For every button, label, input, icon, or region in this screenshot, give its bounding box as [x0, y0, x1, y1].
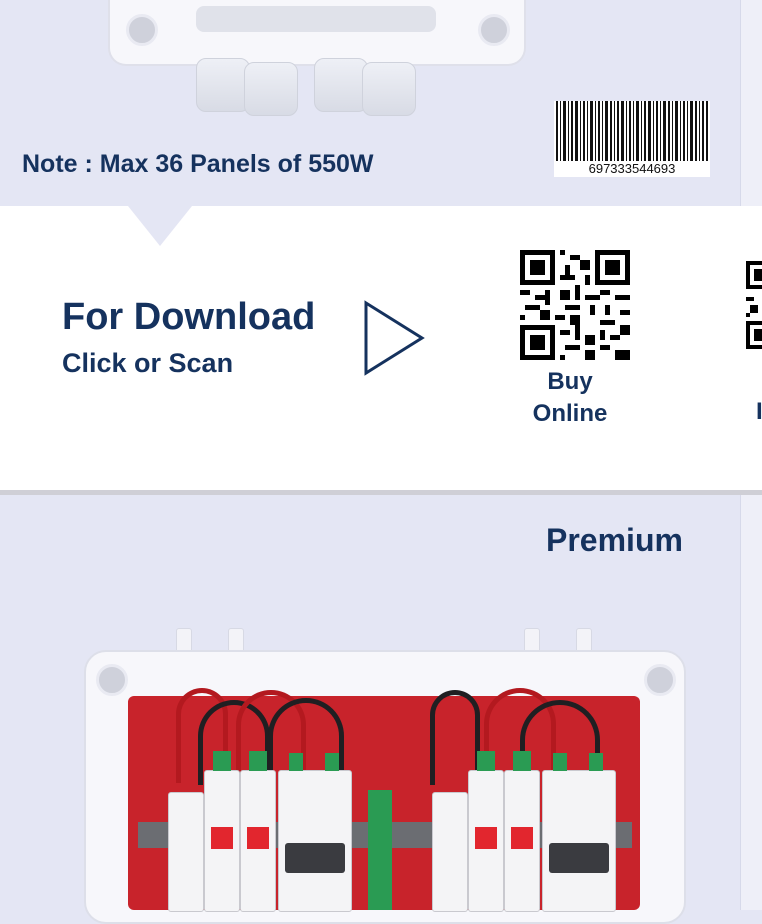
download-subtitle[interactable]: Click or Scan [62, 348, 233, 379]
green-terminal [325, 753, 339, 771]
buy-online-line2: Online [532, 400, 608, 427]
pointer-notch [128, 206, 192, 246]
buy-online-label[interactable]: Buy Online [520, 366, 620, 430]
brand-logo [475, 827, 497, 849]
panel-note: Note : Max 36 Panels of 550W [22, 150, 374, 178]
side-strip [740, 495, 762, 910]
brand-logo [211, 827, 233, 849]
side-strip [740, 0, 762, 206]
play-arrow-icon[interactable] [362, 300, 426, 376]
green-terminal [477, 751, 495, 771]
qr-icon [520, 250, 630, 360]
cable-glands [196, 58, 436, 116]
brand-logo [511, 827, 533, 849]
green-terminal [289, 753, 303, 771]
qr-icon [746, 261, 762, 349]
screw-hole [96, 664, 128, 696]
cable-gland [196, 58, 250, 112]
brand-logo [247, 827, 269, 849]
product-title: Premium [546, 522, 683, 558]
barcode-bars [556, 101, 708, 161]
fuse-module [468, 751, 504, 912]
screw-hole [644, 664, 676, 696]
green-terminal [513, 751, 531, 771]
buy-online-qr-code[interactable] [520, 250, 630, 360]
second-qr-label: I [756, 398, 762, 425]
cable-gland [244, 62, 298, 116]
gland-caps [196, 6, 436, 32]
mcb-module [278, 753, 352, 912]
screw-hole [126, 14, 158, 46]
barcode-number: 697333544693 [588, 161, 676, 176]
spd-module [168, 792, 204, 912]
download-title[interactable]: For Download [62, 296, 315, 339]
earth-terminal [368, 790, 392, 910]
green-terminal [249, 751, 267, 771]
fuse-module [240, 751, 276, 912]
mcb-module [542, 753, 616, 912]
second-qr-code[interactable] [746, 250, 762, 360]
cable-gland [314, 58, 368, 112]
fuse-module [204, 751, 240, 912]
top-section: Note : Max 36 Panels of 550W 69733354469… [0, 0, 762, 206]
spd-module [432, 792, 468, 912]
cable-gland [362, 62, 416, 116]
fuse-module [504, 751, 540, 912]
barcode: 697333544693 [554, 101, 710, 177]
breaker-switch [285, 843, 345, 873]
green-terminal [589, 753, 603, 771]
screw-hole [478, 14, 510, 46]
green-terminal [213, 751, 231, 771]
buy-online-line1: Buy [547, 368, 593, 395]
enclosure-image [108, 0, 526, 66]
green-terminal [553, 753, 567, 771]
breaker-switch [549, 843, 609, 873]
